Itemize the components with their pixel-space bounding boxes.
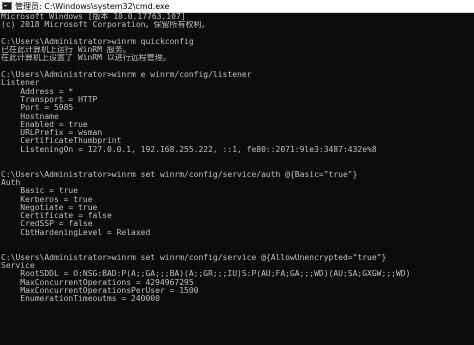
- console-line: URLPrefix = wsman: [1, 129, 103, 138]
- command-prompt-window: 管理员: C:\Windows\system32\cmd.exe Microso…: [0, 0, 474, 345]
- console-line: 在此计算机上设置了 WinRM 以进行远程管理。: [1, 54, 171, 63]
- console-line: Address = *: [1, 87, 74, 96]
- console-line: CbtHardeningLevel = Relaxed: [1, 228, 151, 237]
- console-line: 已在此计算机上运行 WinRM 服务。: [1, 46, 131, 55]
- console-line: Negotiate = true: [1, 203, 98, 212]
- console-line: CertificateThumbprint: [1, 137, 122, 146]
- console-line: Microsoft Windows [版本 10.0.17763.107]: [1, 13, 186, 21]
- console-line: EnumerationTimeoutms = 240000: [1, 295, 160, 304]
- console-line: Certificate = false: [1, 212, 112, 221]
- console-line: MaxConcurrentOperations = 4294967295: [1, 278, 194, 287]
- console-line: Basic = true: [1, 187, 79, 196]
- console-line: C:\Users\Administrator>winrm quickconfig: [1, 37, 194, 46]
- console-line: C:\Users\Administrator>winrm set winrm/c…: [1, 170, 358, 179]
- console-line: C:\Users\Administrator>winrm e winrm/con…: [1, 71, 252, 80]
- console-line: C:\Users\Administrator>winrm set winrm/c…: [1, 253, 387, 262]
- console-line: Kerberos = true: [1, 195, 93, 204]
- terminal-icon: [2, 2, 12, 10]
- window-title: 管理员: C:\Windows\system32\cmd.exe: [15, 1, 170, 11]
- console-line: ListeningOn = 127.0.0.1, 192.168.255.222…: [1, 145, 377, 154]
- console-line: Port = 5985: [1, 104, 74, 113]
- console-line: Listener: [1, 79, 40, 88]
- console-line: Transport = HTTP: [1, 95, 98, 104]
- console-line: Auth: [1, 178, 21, 187]
- title-bar[interactable]: 管理员: C:\Windows\system32\cmd.exe: [0, 0, 474, 13]
- console-output[interactable]: Microsoft Windows [版本 10.0.17763.107] (c)…: [0, 13, 474, 345]
- console-line: Enabled = true: [1, 120, 88, 129]
- console-line: RootSDDL = O:NSG:BAD:P(A;;GA;;;BA)(A;;GR…: [1, 270, 411, 279]
- console-line: Service: [1, 261, 35, 270]
- console-line: MaxConcurrentOperationsPerUser = 1500: [1, 286, 199, 295]
- console-line: CredSSP = false: [1, 220, 93, 229]
- console-line: Hostname: [1, 112, 59, 121]
- console-line: (c) 2018 Microsoft Corporation。保留所有权利。: [1, 21, 210, 30]
